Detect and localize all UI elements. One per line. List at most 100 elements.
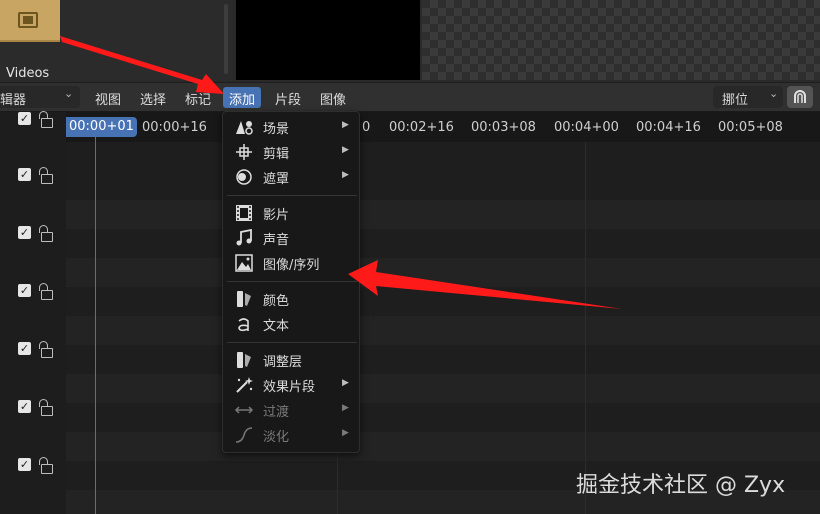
menu-item-color[interactable]: 颜色 (223, 287, 359, 311)
add-menu-dropdown: 场景 ▶ 剪辑 ▶ 遮罩 ▶ 影片 声音 图像/序列 颜色 文本 调整层 效果片… (222, 111, 360, 453)
menu-item-text[interactable]: 文本 (223, 312, 359, 336)
menu-separator (227, 281, 357, 282)
menu-item-adjustment-layer[interactable]: 调整层 (223, 348, 359, 372)
channel-controls: ✓ (18, 398, 58, 416)
checkbox-icon[interactable]: ✓ (18, 168, 31, 181)
color-icon (237, 291, 251, 307)
snap-mode-select[interactable]: 挪位 ⌄ (713, 86, 783, 108)
editor-type-label: 辑器 (0, 93, 27, 108)
time-tick: 00:02+16 (389, 120, 454, 135)
grid-line (585, 142, 586, 514)
time-tick: 00:03+08 (471, 120, 536, 135)
menu-item-scene[interactable]: 场景 ▶ (223, 115, 359, 139)
menu-item-label: 图像/序列 (263, 258, 320, 273)
snap-mode-label: 挪位 (722, 93, 749, 108)
clip-icon (236, 144, 252, 160)
preview-viewport (236, 0, 420, 80)
lock-icon[interactable] (36, 225, 53, 242)
videos-folder-thumbnail[interactable] (0, 0, 60, 42)
lock-icon[interactable] (36, 283, 53, 300)
checkbox-icon[interactable]: ✓ (18, 112, 31, 125)
channel-controls: ✓ (18, 282, 58, 300)
editor-type-select[interactable]: 辑器 ⌄ (0, 86, 80, 108)
menu-item-effect-strip[interactable]: 效果片段 ▶ (223, 373, 359, 397)
menu-select[interactable]: 选择 (134, 87, 172, 108)
scene-icon (236, 121, 253, 135)
channel-band (66, 200, 820, 229)
menu-item-label: 遮罩 (263, 172, 290, 187)
menu-item-movie[interactable]: 影片 (223, 201, 359, 225)
transparent-preview (422, 0, 820, 80)
channel-list: ✓ ✓ ✓ ✓ ✓ ✓ ✓ (0, 110, 66, 514)
checkbox-icon[interactable]: ✓ (18, 458, 31, 471)
time-tick: 0 (362, 120, 371, 135)
playhead[interactable] (95, 137, 96, 514)
time-tick: 00:04+00 (554, 120, 619, 135)
menu-item-label: 调整层 (263, 355, 303, 370)
file-browser: Videos (0, 0, 232, 81)
lock-icon[interactable] (36, 341, 53, 358)
channel-controls: ✓ (18, 110, 58, 128)
menu-separator (227, 342, 357, 343)
menu-item-label: 剪辑 (263, 147, 290, 162)
menu-marker[interactable]: 标记 (179, 87, 217, 108)
chevron-down-icon: ⌄ (769, 87, 779, 100)
lock-icon[interactable] (36, 111, 53, 128)
menu-item-mask[interactable]: 遮罩 ▶ (223, 165, 359, 189)
submenu-arrow-icon: ▶ (342, 120, 349, 130)
time-tick: 00:00+16 (142, 120, 207, 135)
chevron-down-icon: ⌄ (64, 87, 74, 100)
folder-label: Videos (6, 66, 50, 81)
time-tick: 00:05+08 (718, 120, 783, 135)
channel-band (66, 374, 820, 403)
menu-separator (227, 195, 357, 196)
submenu-arrow-icon: ▶ (342, 428, 349, 438)
menu-item-label: 影片 (263, 208, 290, 223)
menu-item-label: 淡化 (263, 430, 290, 445)
channel-controls: ✓ (18, 224, 58, 242)
lock-icon[interactable] (36, 167, 53, 184)
menu-item-image-sequence[interactable]: 图像/序列 (223, 251, 359, 275)
channel-controls: ✓ (18, 456, 58, 474)
channel-band (66, 432, 820, 461)
sequencer-timeline[interactable] (66, 112, 820, 514)
channel-band (66, 258, 820, 287)
lock-icon[interactable] (36, 457, 53, 474)
menu-item-clip[interactable]: 剪辑 ▶ (223, 140, 359, 164)
lock-icon[interactable] (36, 399, 53, 416)
menu-view[interactable]: 视图 (89, 87, 127, 108)
adjustment-layer-icon (237, 352, 251, 368)
film-icon (18, 12, 38, 28)
time-ruler[interactable]: 00:00+01 00:00+16 0 00:02+16 00:03+08 00… (66, 112, 820, 142)
submenu-arrow-icon: ▶ (342, 403, 349, 413)
checkbox-icon[interactable]: ✓ (18, 400, 31, 413)
preview-area: Videos (0, 0, 820, 82)
watermark: 掘金技术社区 @ Zyx (576, 473, 786, 498)
menu-item-transition: 过渡 ▶ (223, 398, 359, 422)
menu-item-label: 颜色 (263, 294, 290, 309)
snapping-toggle-button[interactable] (787, 86, 813, 108)
transition-icon (234, 406, 254, 414)
channel-band (66, 316, 820, 345)
current-frame-indicator[interactable]: 00:00+01 (66, 117, 137, 137)
movie-icon (236, 205, 252, 221)
sequencer-header: 辑器 ⌄ 视图 选择 标记 添加 片段 图像 挪位 ⌄ (0, 83, 820, 112)
sound-icon (236, 229, 252, 246)
file-browser-scrollbar[interactable] (224, 4, 228, 74)
menu-item-label: 文本 (263, 319, 290, 334)
menu-add[interactable]: 添加 (223, 87, 262, 108)
text-icon (238, 318, 249, 332)
menu-strip[interactable]: 片段 (269, 87, 307, 108)
time-tick: 00:04+16 (636, 120, 701, 135)
menu-item-sound[interactable]: 声音 (223, 226, 359, 250)
checkbox-icon[interactable]: ✓ (18, 284, 31, 297)
checkbox-icon[interactable]: ✓ (18, 342, 31, 355)
menu-item-fade: 淡化 ▶ (223, 423, 359, 447)
channel-controls: ✓ (18, 166, 58, 184)
submenu-arrow-icon: ▶ (342, 145, 349, 155)
magnet-icon (794, 90, 806, 103)
menu-image[interactable]: 图像 (314, 87, 352, 108)
menu-item-label: 场景 (263, 122, 290, 137)
menu-item-label: 声音 (263, 233, 290, 248)
checkbox-icon[interactable]: ✓ (18, 226, 31, 239)
